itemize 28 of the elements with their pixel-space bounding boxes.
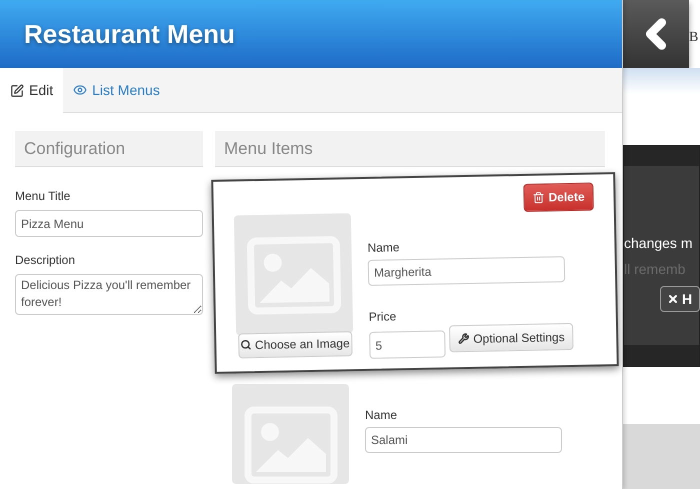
close-icon [667,293,679,305]
menu-items-heading: Menu Items [215,131,605,167]
delete-button[interactable]: Delete [523,182,594,212]
configuration-heading: Configuration [15,131,203,167]
overlay-button[interactable]: H [660,286,700,312]
name-label: Name [367,239,401,257]
tab[interactable]: List Menus [63,68,170,113]
description-field[interactable]: Delicious Pizza you'll remember forever! [15,274,203,315]
price-label: Price [368,308,398,326]
wrench-icon [458,332,470,344]
name-field[interactable]: Margherita [368,256,566,286]
price-field[interactable]: 5 [369,330,446,359]
field-label: Menu Title [15,188,72,205]
app-title: Restaurant Menu [24,18,235,50]
search-icon [240,340,252,351]
overlay-text: changes m [624,234,694,253]
choose-image-button[interactable]: Choose an Image [238,331,352,358]
name-label: Name [365,407,398,424]
trash-icon [532,192,545,204]
field-label: Description [15,252,76,269]
eye-icon [73,83,88,97]
back-button[interactable] [623,0,689,68]
image-placeholder-icon [244,406,338,484]
page-letter: B [689,28,698,46]
title-field[interactable]: Pizza Menu [15,210,203,237]
optional-settings-button[interactable]: Optional Settings [449,322,574,352]
edit-icon [10,84,24,98]
name-field[interactable]: Salami [365,427,562,453]
